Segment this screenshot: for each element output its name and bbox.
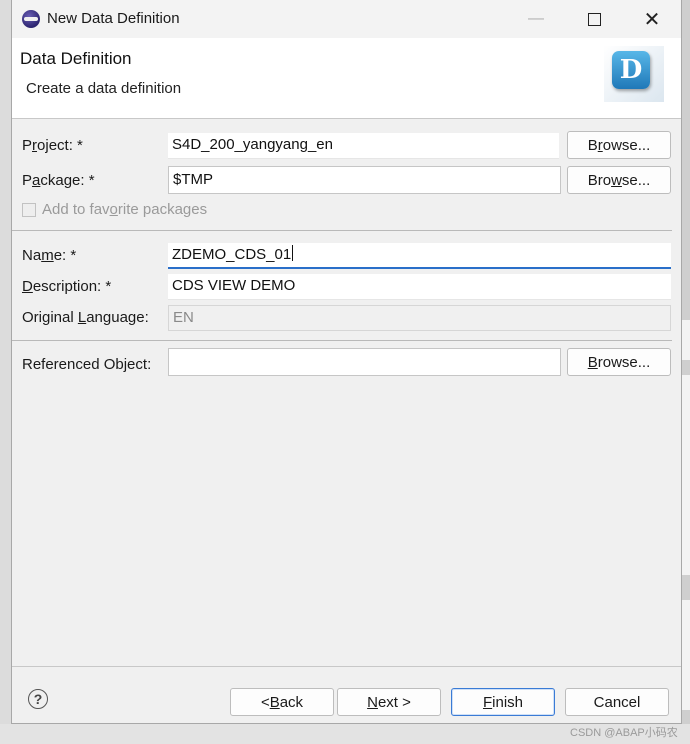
referenced-object-label: Referenced Object:	[22, 356, 152, 373]
eclipse-app-icon	[22, 10, 40, 28]
separator	[12, 230, 672, 231]
banner-logo: D	[604, 46, 664, 102]
back-button[interactable]: < Back	[230, 688, 334, 716]
window-title: New Data Definition	[47, 10, 180, 27]
referenced-object-browse-button[interactable]: Browse...	[567, 348, 671, 376]
project-browse-button[interactable]: Br owse...	[567, 131, 671, 159]
watermark-text: CSDN @ABAP小码农	[570, 727, 678, 739]
package-label: Package: *	[22, 172, 95, 189]
add-to-favorite-checkbox[interactable]	[22, 202, 36, 217]
maximize-button[interactable]	[565, 0, 623, 38]
referenced-object-field[interactable]	[168, 348, 561, 376]
text-cursor	[292, 245, 294, 261]
description-field[interactable]: CDS VIEW DEMO	[168, 274, 671, 300]
close-icon: ✕	[643, 8, 661, 31]
finish-button[interactable]: Finish	[451, 688, 555, 716]
cancel-button[interactable]: Cancel	[565, 688, 669, 716]
help-icon[interactable]: ?	[28, 689, 48, 709]
maximize-icon	[587, 12, 601, 26]
package-browse-button[interactable]: Bro w se...	[567, 166, 671, 194]
next-button[interactable]: Next >	[337, 688, 441, 716]
name-label: Name: *	[22, 247, 77, 264]
data-definition-logo-icon: D	[612, 51, 650, 89]
original-language-field: EN	[168, 305, 671, 331]
minimize-icon: —	[528, 10, 544, 27]
background-app-strip	[682, 0, 690, 744]
project-label: Project: *	[22, 137, 83, 154]
add-to-favorite-checkbox-row[interactable]: Add to favorite packages	[22, 201, 207, 218]
new-data-definition-dialog: New Data Definition — ✕ Data Definition …	[11, 0, 682, 724]
separator	[12, 340, 672, 341]
package-field[interactable]: $TMP	[168, 166, 561, 194]
page-title: Data Definition	[20, 49, 132, 68]
original-language-label: Original Language:	[22, 309, 149, 326]
close-button[interactable]: ✕	[623, 0, 681, 38]
description-label: Description: *	[22, 278, 112, 295]
add-to-favorite-label: Add to favorite packages	[42, 201, 208, 218]
project-field[interactable]: S4D_200_yangyang_en	[168, 133, 559, 159]
footer-separator	[12, 666, 681, 667]
title-bar: New Data Definition — ✕	[12, 0, 681, 38]
name-field[interactable]: ZDEMO_CDS_01	[168, 243, 671, 269]
page-subtitle: Create a data definition	[26, 80, 182, 97]
wizard-banner: Data Definition Create a data definition…	[12, 38, 681, 119]
minimize-button[interactable]: —	[507, 0, 565, 38]
